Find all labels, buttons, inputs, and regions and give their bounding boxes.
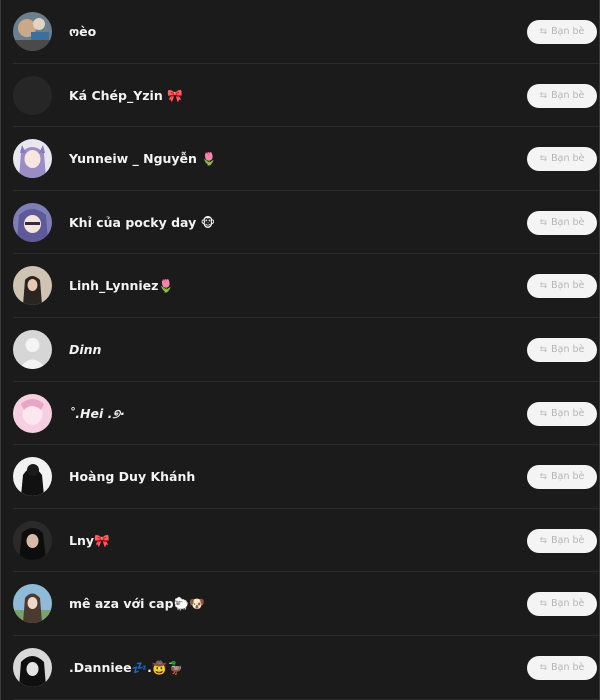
friend-name[interactable]: ოèo — [69, 0, 96, 64]
friend-status-button[interactable]: ⇆ Bạn bè — [527, 83, 597, 108]
avatar-photo-icon[interactable] — [13, 266, 52, 306]
friend-name[interactable]: Linh_Lynniez🌷 — [69, 254, 174, 318]
friend-status-button[interactable]: ⇆ Bạn bè — [527, 528, 597, 553]
avatar-default-silhouette-icon[interactable] — [13, 329, 52, 369]
friend-row[interactable]: ˚.Hei .୭· ⇆ Bạn bè — [1, 382, 599, 446]
friend-status-button[interactable]: ⇆ Bạn bè — [527, 147, 597, 172]
friend-status-label: Bạn bè — [551, 216, 585, 228]
friend-status-button[interactable]: ⇆ Bạn bè — [527, 401, 597, 426]
avatar-dark-photo-icon[interactable] — [13, 457, 52, 497]
friend-row[interactable]: Dinn ⇆ Bạn bè — [1, 318, 599, 382]
friend-row[interactable]: Khỉ của pocky day 🐵 ⇆ Bạn bè — [1, 191, 599, 255]
friend-status-label: Bạn bè — [551, 153, 585, 165]
friend-row[interactable]: mê aza với cap🐑🐶 ⇆ Bạn bè — [1, 572, 599, 636]
friend-name[interactable]: Hoàng Duy Khánh — [69, 445, 195, 509]
swap-arrows-icon: ⇆ — [539, 535, 548, 546]
friend-row[interactable]: Lny🎀 ⇆ Bạn bè — [1, 509, 599, 573]
friend-name[interactable]: Khỉ của pocky day 🐵 — [69, 191, 215, 255]
friend-status-label: Bạn bè — [551, 343, 585, 355]
swap-arrows-icon: ⇆ — [539, 281, 548, 292]
friend-status-label: Bạn bè — [551, 89, 585, 101]
avatar-photo-icon[interactable] — [13, 12, 52, 51]
friends-list-panel: ოèo ⇆ Bạn bè Ká Chép_Yzin 🎀 ⇆ Bạn bè Yun… — [0, 0, 600, 700]
friend-row[interactable]: .Danniee💤.🤠🦆 ⇆ Bạn bè — [1, 636, 599, 700]
avatar-empty-icon[interactable] — [13, 75, 52, 115]
friend-row[interactable]: Hoàng Duy Khánh ⇆ Bạn bè — [1, 445, 599, 509]
friend-status-button[interactable]: ⇆ Bạn bè — [527, 337, 597, 362]
friend-row[interactable]: Linh_Lynniez🌷 ⇆ Bạn bè — [1, 254, 599, 318]
friend-name[interactable]: Dinn — [69, 318, 101, 382]
swap-arrows-icon: ⇆ — [539, 472, 548, 483]
friend-row[interactable]: Yunneiw _ Nguyễn 🌷 ⇆ Bạn bè — [1, 127, 599, 191]
friend-name[interactable]: .Danniee💤.🤠🦆 — [69, 636, 183, 700]
swap-arrows-icon: ⇆ — [539, 599, 548, 610]
avatar-anime-icon[interactable] — [13, 202, 52, 242]
friend-name[interactable]: mê aza với cap🐑🐶 — [69, 572, 205, 636]
avatar-pink-icon[interactable] — [13, 393, 52, 433]
swap-arrows-icon: ⇆ — [539, 90, 548, 101]
friend-name[interactable]: Yunneiw _ Nguyễn 🌷 — [69, 127, 217, 191]
friend-status-label: Bạn bè — [551, 280, 585, 292]
avatar-dark-photo-icon[interactable] — [13, 520, 52, 560]
friend-status-button[interactable]: ⇆ Bạn bè — [527, 592, 597, 617]
swap-arrows-icon: ⇆ — [539, 408, 548, 419]
swap-arrows-icon: ⇆ — [539, 27, 548, 37]
friend-name[interactable]: Ká Chép_Yzin 🎀 — [69, 64, 183, 128]
swap-arrows-icon: ⇆ — [539, 344, 548, 355]
avatar-anime-icon[interactable] — [13, 139, 52, 179]
friend-status-label: Bạn bè — [551, 534, 585, 546]
swap-arrows-icon: ⇆ — [539, 217, 548, 228]
friends-list: ოèo ⇆ Bạn bè Ká Chép_Yzin 🎀 ⇆ Bạn bè Yun… — [1, 0, 599, 700]
avatar-dark-photo-icon[interactable] — [13, 647, 52, 687]
friend-status-button[interactable]: ⇆ Bạn bè — [527, 655, 597, 680]
friend-name[interactable]: Lny🎀 — [69, 509, 110, 573]
swap-arrows-icon: ⇆ — [539, 662, 548, 673]
friend-status-label: Bạn bè — [551, 661, 585, 673]
avatar-photo-icon[interactable] — [13, 584, 52, 624]
friend-row[interactable]: ოèo ⇆ Bạn bè — [1, 0, 599, 64]
friend-status-button[interactable]: ⇆ Bạn bè — [527, 465, 597, 490]
friend-status-button[interactable]: ⇆ Bạn bè — [527, 20, 597, 44]
friend-status-label: Bạn bè — [551, 598, 585, 610]
friend-name[interactable]: ˚.Hei .୭· — [69, 382, 125, 446]
friend-status-label: Bạn bè — [551, 471, 585, 483]
swap-arrows-icon: ⇆ — [539, 154, 548, 165]
friend-status-button[interactable]: ⇆ Bạn bè — [527, 274, 597, 299]
friend-row[interactable]: Ká Chép_Yzin 🎀 ⇆ Bạn bè — [1, 64, 599, 128]
friend-status-label: Bạn bè — [551, 26, 585, 37]
friend-status-label: Bạn bè — [551, 407, 585, 419]
friend-status-button[interactable]: ⇆ Bạn bè — [527, 210, 597, 235]
